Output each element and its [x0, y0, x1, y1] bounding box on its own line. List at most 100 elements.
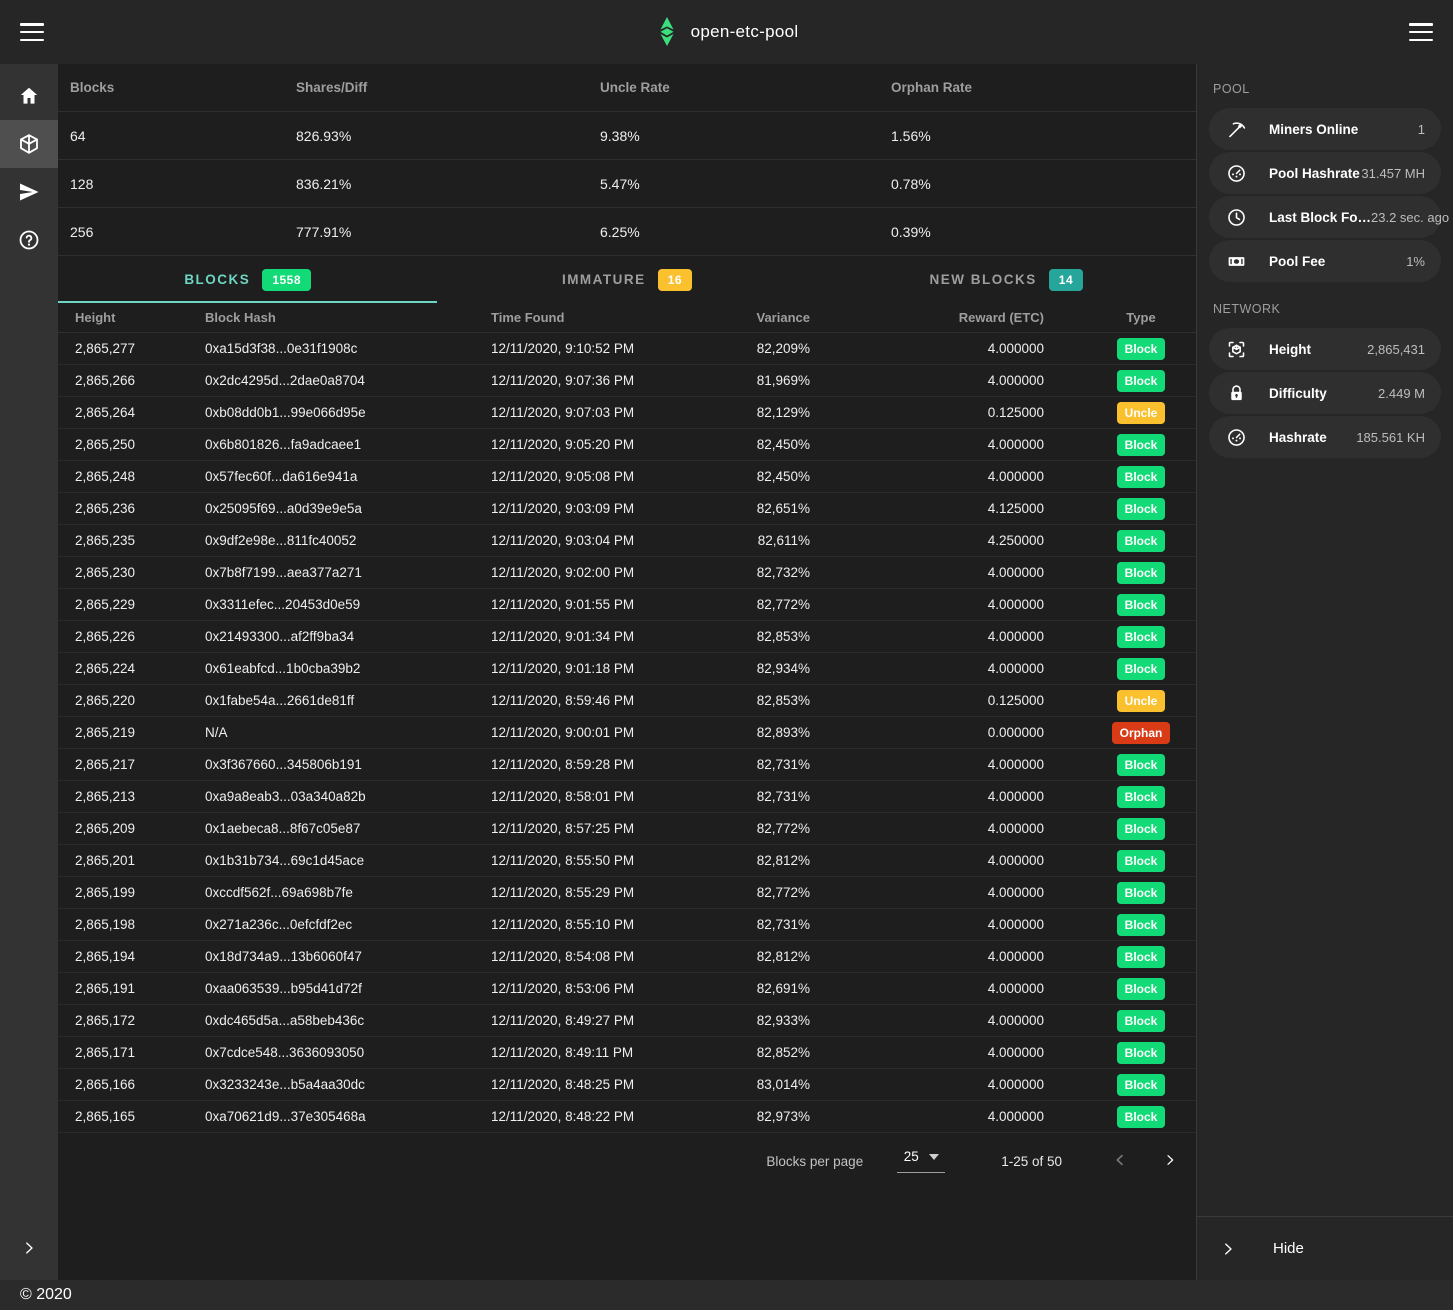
column-header: Variance [742, 310, 822, 325]
type-cell: Block [1086, 914, 1196, 936]
stat-pill-difficulty: Difficulty2.449 M [1209, 372, 1441, 414]
block-hash-cell[interactable]: 0x1aebeca8...8f67c05e87 [188, 821, 474, 836]
expand-rail-button[interactable] [0, 1224, 58, 1272]
stats-value-cell: 0.39% [879, 208, 1196, 256]
stat-label: Miners Online [1269, 122, 1358, 137]
reward-cell: 4.125000 [822, 501, 1086, 516]
block-hash-cell[interactable]: 0x1fabe54a...2661de81ff [188, 693, 474, 708]
block-hash-cell[interactable]: N/A [188, 725, 474, 740]
block-hash-cell[interactable]: 0x3233243e...b5a4aa30dc [188, 1077, 474, 1092]
tab-blocks[interactable]: BLOCKS1558 [58, 256, 437, 303]
blocks-table-body: 2,865,2770xa15d3f38...0e31f1908c12/11/20… [58, 333, 1196, 1133]
block-hash-cell[interactable]: 0xa15d3f38...0e31f1908c [188, 341, 474, 356]
reward-cell: 4.000000 [822, 1045, 1086, 1060]
block-hash-cell[interactable]: 0xaa063539...b95d41d72f [188, 981, 474, 996]
table-row: 2,865,2130xa9a8eab3...03a340a82b12/11/20… [58, 781, 1196, 813]
panel-section-title: POOL [1197, 64, 1453, 106]
type-badge: Uncle [1117, 402, 1166, 424]
stat-label: Height [1269, 342, 1311, 357]
reward-cell: 4.000000 [822, 437, 1086, 452]
tab-count-badge: 1558 [262, 269, 311, 291]
type-badge: Block [1117, 434, 1166, 456]
gauge-icon [1225, 426, 1247, 448]
stats-value-cell: 64 [58, 112, 284, 160]
variance-cell: 82,732% [742, 565, 822, 580]
block-hash-cell[interactable]: 0x6b801826...fa9adcaee1 [188, 437, 474, 452]
block-hash-cell[interactable]: 0x57fec60f...da616e941a [188, 469, 474, 484]
block-hash-cell[interactable]: 0x271a236c...0efcfdf2ec [188, 917, 474, 932]
block-height-cell: 2,865,264 [58, 405, 188, 420]
reward-cell: 4.000000 [822, 757, 1086, 772]
block-hash-cell[interactable]: 0x9df2e98e...811fc40052 [188, 533, 474, 548]
stat-label: Pool Hashrate [1269, 166, 1360, 181]
block-hash-cell[interactable]: 0x1b31b734...69c1d45ace [188, 853, 474, 868]
time-found-cell: 12/11/2020, 8:59:28 PM [474, 757, 742, 772]
block-hash-cell[interactable]: 0xa70621d9...37e305468a [188, 1109, 474, 1124]
table-row: 2,865,1980x271a236c...0efcfdf2ec12/11/20… [58, 909, 1196, 941]
sidebar-item-blocks[interactable] [0, 120, 58, 168]
stat-value: 185.561 KH [1356, 430, 1425, 445]
stat-pill-last-block-fo: Last Block Fo…23.2 sec. ago [1209, 196, 1441, 238]
block-hash-cell[interactable]: 0x25095f69...a0d39e9e5a [188, 501, 474, 516]
block-hash-cell[interactable]: 0x3311efec...20453d0e59 [188, 597, 474, 612]
reward-cell: 4.000000 [822, 821, 1086, 836]
block-hash-cell[interactable]: 0x3f367660...345806b191 [188, 757, 474, 772]
block-height-cell: 2,865,191 [58, 981, 188, 996]
block-hash-cell[interactable]: 0x7cdce548...3636093050 [188, 1045, 474, 1060]
next-page-button[interactable] [1162, 1152, 1178, 1171]
block-height-cell: 2,865,236 [58, 501, 188, 516]
tab-new-blocks[interactable]: NEW BLOCKS14 [817, 256, 1196, 303]
block-hash-cell[interactable]: 0xa9a8eab3...03a340a82b [188, 789, 474, 804]
tab-label: NEW BLOCKS [930, 272, 1037, 287]
type-cell: Block [1086, 658, 1196, 680]
time-found-cell: 12/11/2020, 8:59:46 PM [474, 693, 742, 708]
variance-cell: 82,853% [742, 693, 822, 708]
sidebar-item-payments[interactable] [0, 168, 58, 216]
block-hash-cell[interactable]: 0xb08dd0b1...99e066d95e [188, 405, 474, 420]
table-row: 2,865,2170x3f367660...345806b19112/11/20… [58, 749, 1196, 781]
right-menu-hamburger-icon[interactable] [1409, 23, 1433, 41]
variance-cell: 82,852% [742, 1045, 822, 1060]
block-height-cell: 2,865,199 [58, 885, 188, 900]
variance-cell: 82,611% [742, 533, 822, 548]
table-row: 2,865,2350x9df2e98e...811fc4005212/11/20… [58, 525, 1196, 557]
block-hash-cell[interactable]: 0x7b8f7199...aea377a271 [188, 565, 474, 580]
type-badge: Orphan [1112, 722, 1171, 744]
block-hash-cell[interactable]: 0x18d734a9...13b6060f47 [188, 949, 474, 964]
reward-cell: 4.000000 [822, 597, 1086, 612]
stat-label: Hashrate [1269, 430, 1327, 445]
type-cell: Uncle [1086, 402, 1196, 424]
gauge-icon [1225, 162, 1247, 184]
prev-page-button[interactable] [1112, 1152, 1128, 1171]
time-found-cell: 12/11/2020, 8:49:11 PM [474, 1045, 742, 1060]
type-badge: Block [1117, 882, 1166, 904]
app-title: open-etc-pool [691, 22, 799, 42]
tab-count-badge: 16 [658, 269, 692, 291]
variance-cell: 82,812% [742, 853, 822, 868]
table-row: 2,865,1940x18d734a9...13b6060f4712/11/20… [58, 941, 1196, 973]
sidebar-item-home[interactable] [0, 72, 58, 120]
type-cell: Block [1086, 1010, 1196, 1032]
block-hash-cell[interactable]: 0x2dc4295d...2dae0a8704 [188, 373, 474, 388]
menu-hamburger-icon[interactable] [20, 23, 44, 41]
table-row: 2,865,1720xdc465d5a...a58beb436c12/11/20… [58, 1005, 1196, 1037]
per-page-select[interactable]: 25 [897, 1149, 945, 1173]
block-hash-cell[interactable]: 0x61eabfcd...1b0cba39b2 [188, 661, 474, 676]
time-found-cell: 12/11/2020, 8:55:10 PM [474, 917, 742, 932]
block-height-cell: 2,865,235 [58, 533, 188, 548]
sidebar-item-help[interactable] [0, 216, 58, 264]
type-cell: Block [1086, 626, 1196, 648]
tab-immature[interactable]: IMMATURE16 [437, 256, 816, 303]
block-height-cell: 2,865,219 [58, 725, 188, 740]
block-hash-cell[interactable]: 0xdc465d5a...a58beb436c [188, 1013, 474, 1028]
stat-value: 1% [1406, 254, 1425, 269]
block-hash-cell[interactable]: 0xccdf562f...69a698b7fe [188, 885, 474, 900]
reward-cell: 4.000000 [822, 1013, 1086, 1028]
type-cell: Uncle [1086, 690, 1196, 712]
time-found-cell: 12/11/2020, 8:53:06 PM [474, 981, 742, 996]
hide-panel-button[interactable]: Hide [1197, 1216, 1453, 1280]
type-cell: Block [1086, 498, 1196, 520]
block-hash-cell[interactable]: 0x21493300...af2ff9ba34 [188, 629, 474, 644]
variance-cell: 81,969% [742, 373, 822, 388]
time-found-cell: 12/11/2020, 8:49:27 PM [474, 1013, 742, 1028]
